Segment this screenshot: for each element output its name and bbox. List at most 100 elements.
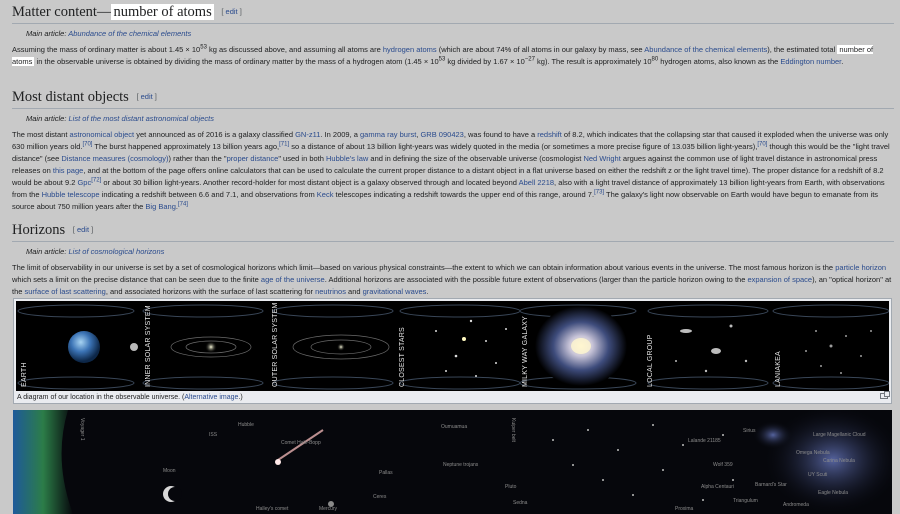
location-diagram-image[interactable]: EARTH INNER SOLAR SYSTEM OUTER SOLAR SYS…	[16, 301, 889, 391]
link[interactable]: proper distance	[227, 154, 279, 163]
citation-link[interactable]: [72]	[91, 178, 101, 184]
object-label: Moon	[163, 468, 176, 474]
hatnote-prefix: Main article:	[26, 29, 69, 38]
link[interactable]: gravitational waves	[363, 287, 427, 296]
citation-link[interactable]: [71]	[279, 142, 289, 148]
link[interactable]: Hubble telescope	[42, 190, 100, 199]
link[interactable]: Gpc	[77, 178, 91, 187]
text: The most distant	[12, 130, 70, 139]
caption-text: .)	[238, 394, 243, 401]
hatnote-link[interactable]: List of cosmological horizons	[69, 247, 165, 256]
object-label: Pallas	[379, 470, 393, 476]
text: .	[426, 287, 429, 296]
section-heading: Matter content— number of atoms [ edit ]	[12, 3, 894, 24]
text: The burst happened approximately 13 bill…	[92, 142, 280, 151]
object-label: Neptune trojans	[443, 462, 479, 468]
section-heading: Most distant objects [ edit ]	[12, 88, 894, 109]
text: , was found to have a	[463, 130, 538, 139]
citation-link[interactable]: [70]	[82, 142, 92, 148]
hatnote-link[interactable]: List of the most distant astronomical ob…	[69, 114, 215, 123]
alternative-image-link[interactable]: Alternative image	[184, 394, 238, 401]
location-diagram-figure: EARTH INNER SOLAR SYSTEM OUTER SOLAR SYS…	[13, 298, 892, 404]
observable-universe-logarithmic-image[interactable]: Moon Comet Hale-Bopp Halley's comet Merc…	[13, 410, 892, 514]
hatnote-link[interactable]: Abundance of the chemical elements	[68, 29, 191, 38]
text: ) rather than the "	[168, 154, 227, 163]
link-eddington-number[interactable]: Eddington number	[780, 57, 841, 66]
link[interactable]: Big Bang	[145, 202, 175, 211]
object-label: Triangulum	[733, 498, 758, 504]
panel-label: LANIAKEA	[775, 351, 782, 387]
section-horizons: Horizons [ edit ] Main article: List of …	[12, 221, 894, 306]
link[interactable]: gamma ray burst	[360, 130, 416, 139]
text: hydrogen atoms, also known as the	[658, 57, 781, 66]
diagram-panel: OUTER SOLAR SYSTEM	[269, 301, 395, 391]
hatnote: Main article: List of the most distant a…	[12, 113, 894, 124]
section-most-distant-objects: Most distant objects [ edit ] Main artic…	[12, 88, 894, 221]
object-label: Barnard's Star	[755, 482, 787, 488]
link[interactable]: GRB 090423	[420, 130, 463, 139]
diagram-panel: LANIAKEA	[772, 301, 889, 391]
text: The limit of observability in our univer…	[12, 263, 836, 272]
superscript: 53	[200, 44, 207, 51]
edit-section-link[interactable]: [ edit ]	[136, 92, 156, 101]
object-label: Halley's comet	[256, 506, 289, 512]
object-label: Oumuamua	[441, 424, 468, 430]
edit-section-link[interactable]: [ edit ]	[221, 7, 241, 16]
object-label: Sirius	[743, 428, 756, 434]
text: kg as discussed above, and assuming all …	[206, 45, 383, 54]
link[interactable]: astronomical object	[70, 130, 135, 139]
link[interactable]: expansion of space	[747, 275, 812, 284]
object-label: Hubble	[238, 422, 254, 428]
link[interactable]: Abell 2218	[519, 178, 554, 187]
edit-link[interactable]: edit	[226, 7, 238, 16]
citation-link[interactable]: [74]	[178, 202, 188, 208]
object-label: UY Scuti	[808, 472, 828, 478]
edit-section-link[interactable]: [ edit ]	[73, 225, 93, 234]
object-label: Voyager 1	[79, 418, 85, 441]
text: telescopes indicating a redshift towards…	[333, 190, 595, 199]
link-hydrogen-atoms[interactable]: hydrogen atoms	[383, 45, 437, 54]
link[interactable]: particle horizon	[835, 263, 886, 272]
heading-text: Horizons	[12, 222, 66, 238]
external-link[interactable]: this page	[53, 166, 83, 175]
link[interactable]: surface of last scattering	[25, 287, 106, 296]
panel-label: MILKY WAY GALAXY	[522, 315, 529, 387]
superscript: −27	[524, 56, 535, 63]
caption-text: A diagram of our location in the observa…	[17, 394, 185, 401]
text: kg). The result is approximately 10	[534, 57, 652, 66]
object-label: Comet Hale-Bopp	[281, 440, 321, 446]
text: .	[841, 57, 844, 66]
link[interactable]: Keck	[317, 190, 334, 199]
text: (which are about 74% of all atoms in our…	[436, 45, 645, 54]
link[interactable]: neutrinos	[315, 287, 346, 296]
link[interactable]: Ned Wright	[583, 154, 620, 163]
text: . Additional horizons are associated wit…	[324, 275, 748, 284]
diagram-panel: MILKY WAY GALAXY	[519, 301, 639, 391]
diagram-panel: INNER SOLAR SYSTEM	[142, 301, 266, 391]
link[interactable]: redshift	[537, 130, 562, 139]
link[interactable]: Distance measures (cosmology)	[61, 154, 168, 163]
text: yet announced as of 2016 is a galaxy cla…	[134, 130, 296, 139]
object-label: Alpha Centauri	[701, 484, 735, 490]
object-label: Eagle Nebula	[818, 490, 849, 496]
object-label: Kuiper belt	[510, 418, 516, 442]
link[interactable]: GN-z11	[295, 130, 320, 139]
hatnote-prefix: Main article:	[26, 247, 69, 256]
object-label: Ceres	[373, 494, 387, 500]
enlarge-icon[interactable]	[880, 391, 890, 399]
citation-link[interactable]: [70]	[757, 142, 767, 148]
section-heading: Horizons [ edit ]	[12, 221, 894, 242]
panel-label: INNER SOLAR SYSTEM	[145, 305, 152, 387]
text: , and associated horizons with the surfa…	[105, 287, 316, 296]
diagram-panel: EARTH	[18, 301, 138, 391]
link[interactable]: Hubble's law	[326, 154, 368, 163]
edit-link[interactable]: edit	[77, 225, 89, 234]
link-abundance[interactable]: Abundance of the chemical elements	[644, 45, 767, 54]
text: Assuming the mass of ordinary matter is …	[12, 45, 201, 54]
link[interactable]: age of the universe	[261, 275, 325, 284]
citation-link[interactable]: [73]	[594, 190, 604, 196]
figure-caption: A diagram of our location in the observa…	[17, 393, 243, 402]
object-label: Carina Nebula	[823, 458, 855, 464]
search-highlight: number of atoms	[111, 4, 214, 20]
edit-link[interactable]: edit	[141, 92, 153, 101]
